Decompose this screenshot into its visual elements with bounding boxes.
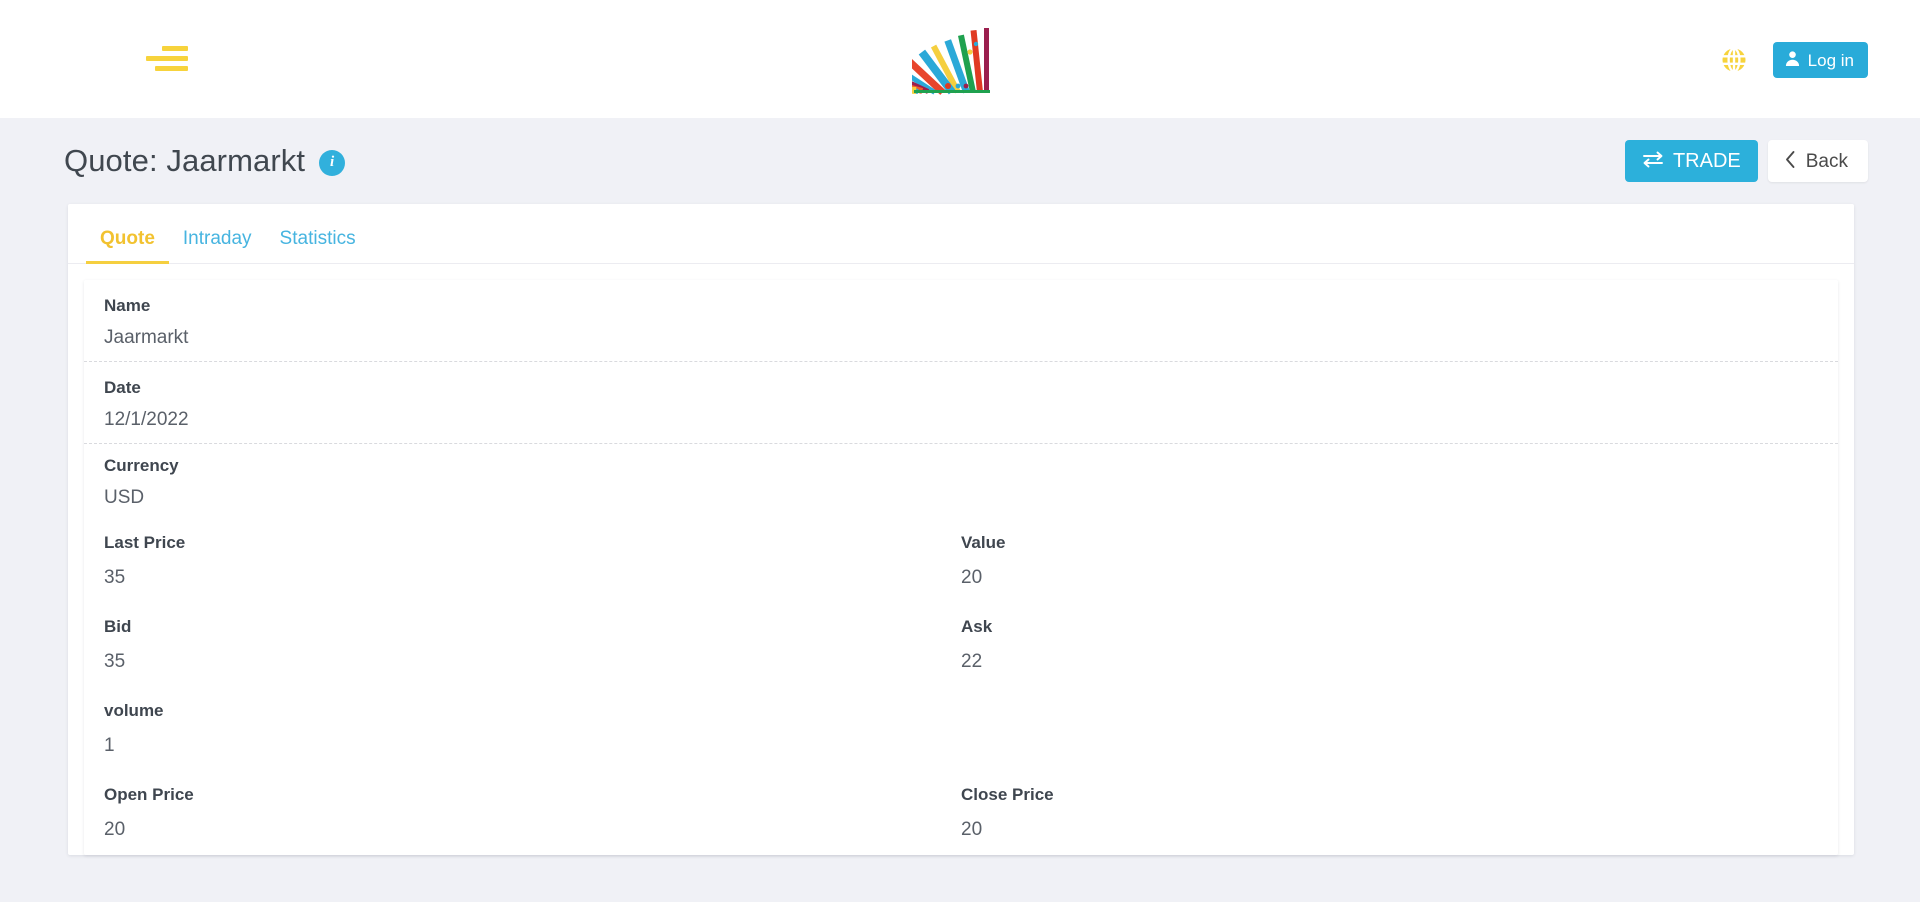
hamburger-line-3: [155, 66, 188, 71]
row-open-close-price: Open Price 20 Close Price 20: [84, 767, 1838, 851]
field-date: Date 12/1/2022: [84, 362, 1838, 444]
hamburger-line-1: [162, 46, 188, 51]
page-title: Quote: Jaarmarkt: [64, 143, 306, 178]
tab-quote[interactable]: Quote: [86, 228, 169, 264]
field-value-label: Value: [961, 533, 1006, 552]
field-open-price-value: 20: [104, 819, 126, 840]
field-volume: volume 1: [104, 701, 961, 757]
top-header-bar: Log in: [0, 0, 1920, 118]
info-circle-icon[interactable]: i: [319, 149, 346, 176]
field-date-value: 12/1/2022: [104, 409, 189, 430]
user-icon: [1784, 50, 1801, 70]
field-ask: Ask 22: [961, 617, 1818, 673]
field-currency-label: Currency: [104, 456, 179, 475]
quote-card: Quote Intraday Statistics Name Jaarmarkt…: [68, 204, 1854, 855]
field-volume-spacer: [961, 701, 1818, 757]
tab-bar: Quote Intraday Statistics: [68, 204, 1854, 264]
books-fan-logo[interactable]: [912, 24, 1008, 96]
field-open-price: Open Price 20: [104, 785, 961, 841]
field-ask-value: 22: [961, 651, 983, 672]
title-group: Quote: Jaarmarkt i: [64, 143, 346, 179]
field-currency-value: USD: [104, 487, 145, 508]
field-name-label: Name: [104, 296, 151, 315]
field-last-price-label: Last Price: [104, 533, 186, 552]
chevron-left-icon: [1784, 150, 1797, 173]
field-volume-label: volume: [104, 701, 164, 720]
hamburger-menu-icon[interactable]: [146, 46, 188, 74]
back-button[interactable]: Back: [1767, 140, 1868, 182]
page-header-actions: TRADE Back: [1624, 140, 1868, 182]
tab-statistics[interactable]: Statistics: [266, 228, 370, 263]
field-last-price: Last Price 35: [104, 533, 961, 589]
field-currency: Currency USD: [84, 444, 1838, 515]
row-bid-ask: Bid 35 Ask 22: [84, 599, 1838, 683]
field-date-label: Date: [104, 378, 141, 397]
field-close-price-label: Close Price: [961, 785, 1054, 804]
tab-intraday[interactable]: Intraday: [169, 228, 266, 263]
login-label: Log in: [1807, 50, 1854, 70]
row-volume: volume 1: [84, 683, 1838, 767]
field-name-value: Jaarmarkt: [104, 327, 189, 348]
field-close-price-value: 20: [961, 819, 983, 840]
exchange-arrows-icon: [1642, 151, 1664, 172]
trade-label: TRADE: [1672, 150, 1741, 172]
field-bid: Bid 35: [104, 617, 961, 673]
field-last-price-value: 35: [104, 567, 126, 588]
back-label: Back: [1805, 150, 1848, 172]
field-value: Value 20: [961, 533, 1818, 589]
login-button[interactable]: Log in: [1772, 42, 1868, 78]
field-name: Name Jaarmarkt: [84, 280, 1838, 362]
field-ask-label: Ask: [961, 617, 993, 636]
field-bid-value: 35: [104, 651, 126, 672]
field-open-price-label: Open Price: [104, 785, 194, 804]
field-close-price: Close Price 20: [961, 785, 1818, 841]
header-right-actions: Log in: [1717, 42, 1868, 78]
quote-detail-card: Name Jaarmarkt Date 12/1/2022 Currency U…: [84, 280, 1838, 855]
row-last-price-value: Last Price 35 Value 20: [84, 515, 1838, 599]
page-header-row: Quote: Jaarmarkt i TRADE Back: [0, 118, 1920, 204]
hamburger-line-2: [146, 56, 188, 61]
field-bid-label: Bid: [104, 617, 132, 636]
globe-icon[interactable]: [1717, 43, 1751, 77]
field-value-value: 20: [961, 567, 983, 588]
trade-button[interactable]: TRADE: [1624, 140, 1758, 182]
field-volume-value: 1: [104, 735, 115, 756]
